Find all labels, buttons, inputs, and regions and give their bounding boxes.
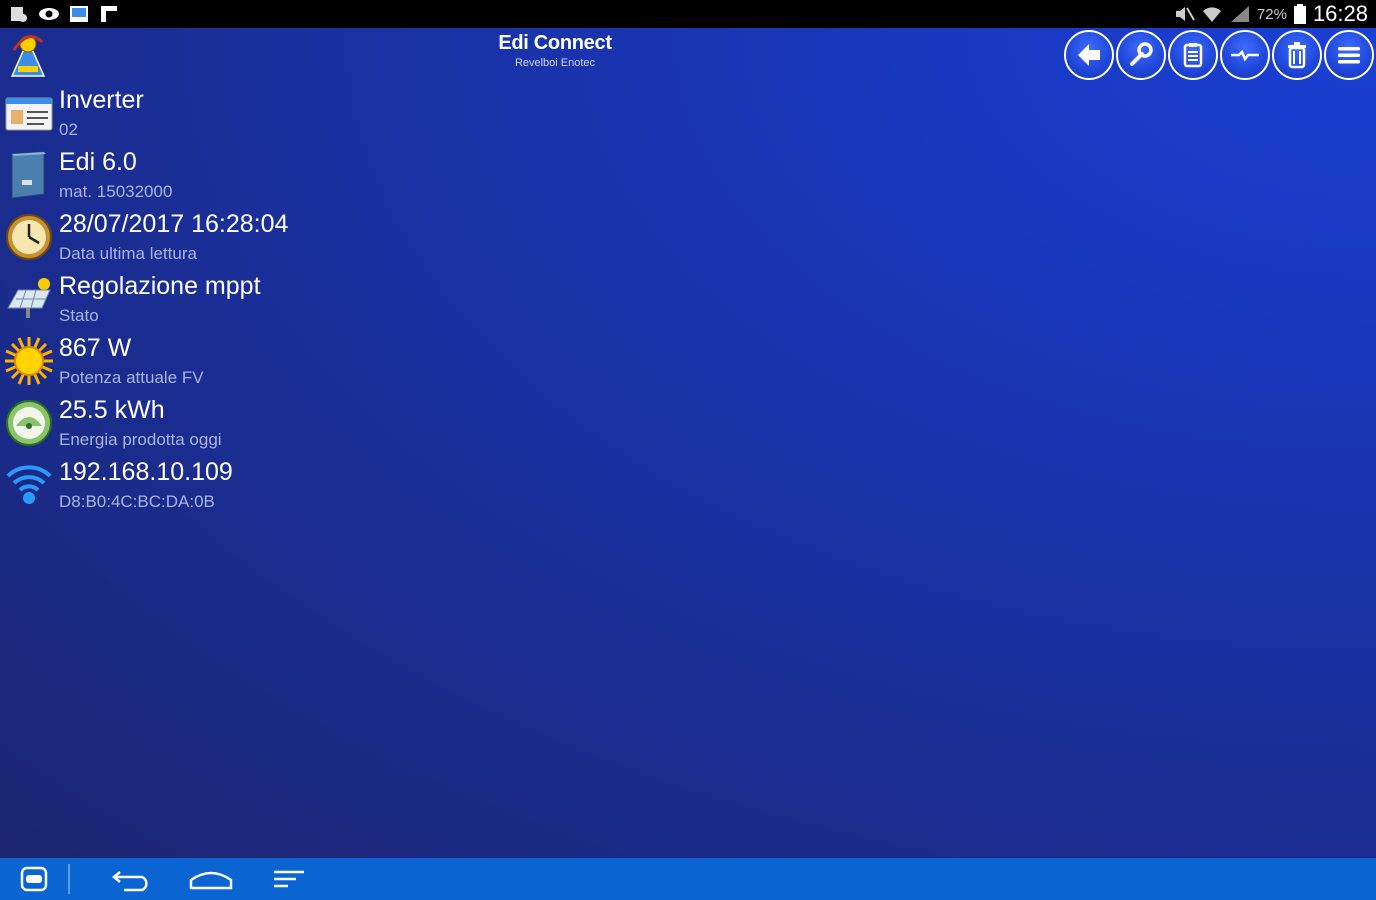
gallery-icon [70,6,88,22]
hamburger-icon [1338,47,1360,64]
trash-icon [1288,42,1306,69]
pv-power-value: 867 W [59,334,132,362]
menu-button[interactable] [1324,30,1374,80]
toolbar [1064,30,1374,80]
list-item-network[interactable]: 192.168.10.109 D8:B0:4C:BC:DA:0B [0,456,400,518]
title-block: Edi Connect Revelboi Enotec [455,32,655,69]
system-icons: 72% 16:28 [1173,0,1368,28]
list-item-last-read[interactable]: 28/07/2017 16:28:04 Data ultima lettura [0,208,400,270]
usb-debug-icon [11,7,27,22]
settings-button[interactable] [1116,30,1166,80]
notification-icons [8,2,120,26]
back-icon[interactable] [110,866,154,892]
nav-divider [68,864,70,894]
wifi-icon [1202,7,1221,22]
mppt-label: Regolazione mppt [59,272,261,300]
mppt-status: Stato [59,306,99,325]
wrench-icon [1130,42,1153,66]
ip-address: 192.168.10.109 [59,458,233,486]
sun-icon [5,337,53,385]
battery-icon [1293,4,1306,24]
eye-icon [39,8,59,20]
model-name: Edi 6.0 [59,148,137,176]
app-switch-icon[interactable] [20,866,48,892]
back-button[interactable] [1064,30,1114,80]
arrow-left-icon [1078,44,1100,66]
last-read-datetime: 28/07/2017 16:28:04 [59,210,289,238]
clock-icon [6,214,52,260]
waveform-button[interactable] [1220,30,1270,80]
delete-button[interactable] [1272,30,1322,80]
app-logo-icon [10,35,46,77]
list-item-inverter[interactable]: Inverter 02 [0,84,400,146]
energy-today-value: 25.5 kWh [59,396,165,424]
wifi-icon [6,465,52,504]
mute-icon [1175,7,1195,21]
navigation-bar [0,858,1376,900]
inverter-label: Inverter [59,86,144,114]
list-item-pv-power[interactable]: 867 W Potenza attuale FV [0,332,400,394]
clipboard-button[interactable] [1168,30,1218,80]
pv-power-label: Potenza attuale FV [59,368,204,387]
list-item-model[interactable]: Edi 6.0 mat. 15032000 [0,146,400,208]
list-item-energy-today[interactable]: 25.5 kWh Energia prodotta oggi [0,394,400,456]
clipboard-icon [1183,43,1203,68]
home-icon[interactable] [188,866,234,892]
app-subtitle: Revelboi Enotec [514,57,596,69]
recents-icon[interactable] [272,866,306,892]
flipboard-icon [101,6,117,22]
last-read-label: Data ultima lettura [59,244,197,263]
inverter-id: 02 [59,120,78,139]
status-bar: 72% 16:28 [0,0,1376,28]
list-item-mppt[interactable]: Regolazione mppt Stato [0,270,400,332]
solar-panel-icon [7,278,51,318]
app-title: Edi Connect [498,32,612,54]
app-screen: Edi Connect Revelboi Enotec Inverter 02 … [0,28,1376,858]
clock-time: 16:28 [1312,1,1368,26]
battery-percent: 72% [1256,5,1287,23]
id-card-icon [5,97,53,131]
mac-address: D8:B0:4C:BC:DA:0B [59,492,215,511]
inverter-device-icon [11,151,46,199]
energy-today-label: Energia prodotta oggi [59,430,222,449]
energy-meter-icon [6,400,52,446]
waveform-icon [1231,49,1259,62]
serial-number: mat. 15032000 [59,182,173,201]
signal-icon [1230,6,1249,22]
